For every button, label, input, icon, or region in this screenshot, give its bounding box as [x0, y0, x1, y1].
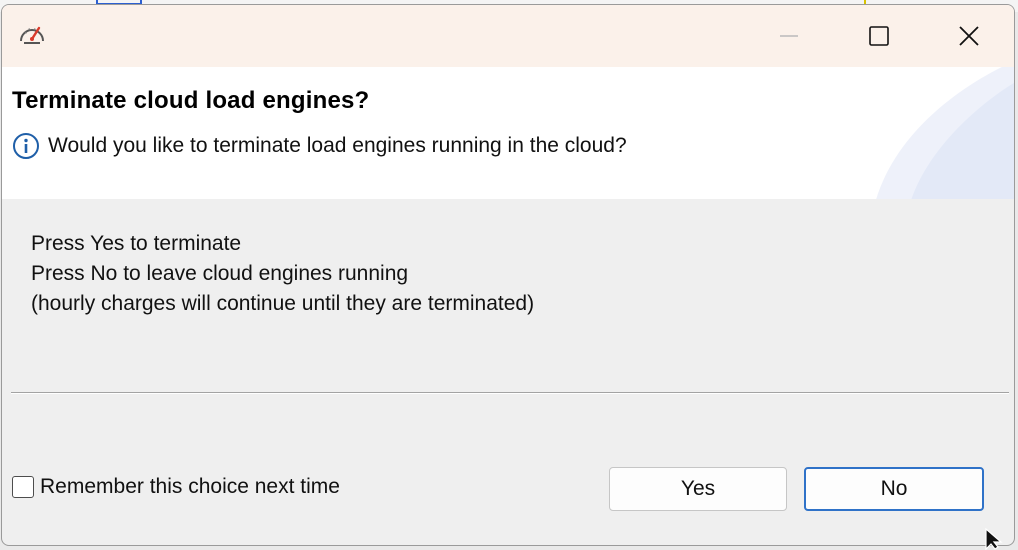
screen: Terminate cloud load engines? Would you …	[0, 0, 1018, 550]
dialog-body: Press Yes to terminate Press No to leave…	[31, 229, 534, 319]
remember-label[interactable]: Remember this choice next time	[40, 475, 340, 499]
dialog-header: Terminate cloud load engines? Would you …	[2, 67, 1014, 199]
terminate-dialog: Terminate cloud load engines? Would you …	[1, 4, 1015, 546]
title-bar[interactable]	[2, 5, 1014, 67]
minimize-button[interactable]	[764, 13, 814, 59]
mouse-cursor-icon	[985, 528, 1003, 550]
speedometer-icon	[20, 26, 44, 44]
maximize-icon	[869, 26, 889, 46]
dialog-message: Would you like to terminate load engines…	[48, 134, 627, 157]
no-button[interactable]: No	[804, 467, 984, 511]
close-button[interactable]	[944, 13, 994, 59]
header-decoration	[876, 67, 1014, 199]
dialog-title: Terminate cloud load engines?	[12, 87, 370, 114]
maximize-button[interactable]	[854, 13, 904, 59]
remember-checkbox[interactable]	[12, 476, 34, 498]
info-icon	[13, 133, 39, 159]
close-icon	[959, 26, 979, 46]
remember-choice[interactable]: Remember this choice next time	[12, 475, 340, 499]
minimize-icon	[780, 35, 798, 37]
body-line: Press No to leave cloud engines running	[31, 262, 409, 285]
separator	[11, 392, 1009, 394]
dialog-message-row: Would you like to terminate load engines…	[12, 132, 627, 160]
yes-button[interactable]: Yes	[609, 467, 787, 511]
body-line: Press Yes to terminate	[31, 232, 242, 255]
body-line: (hourly charges will continue until they…	[31, 292, 535, 315]
